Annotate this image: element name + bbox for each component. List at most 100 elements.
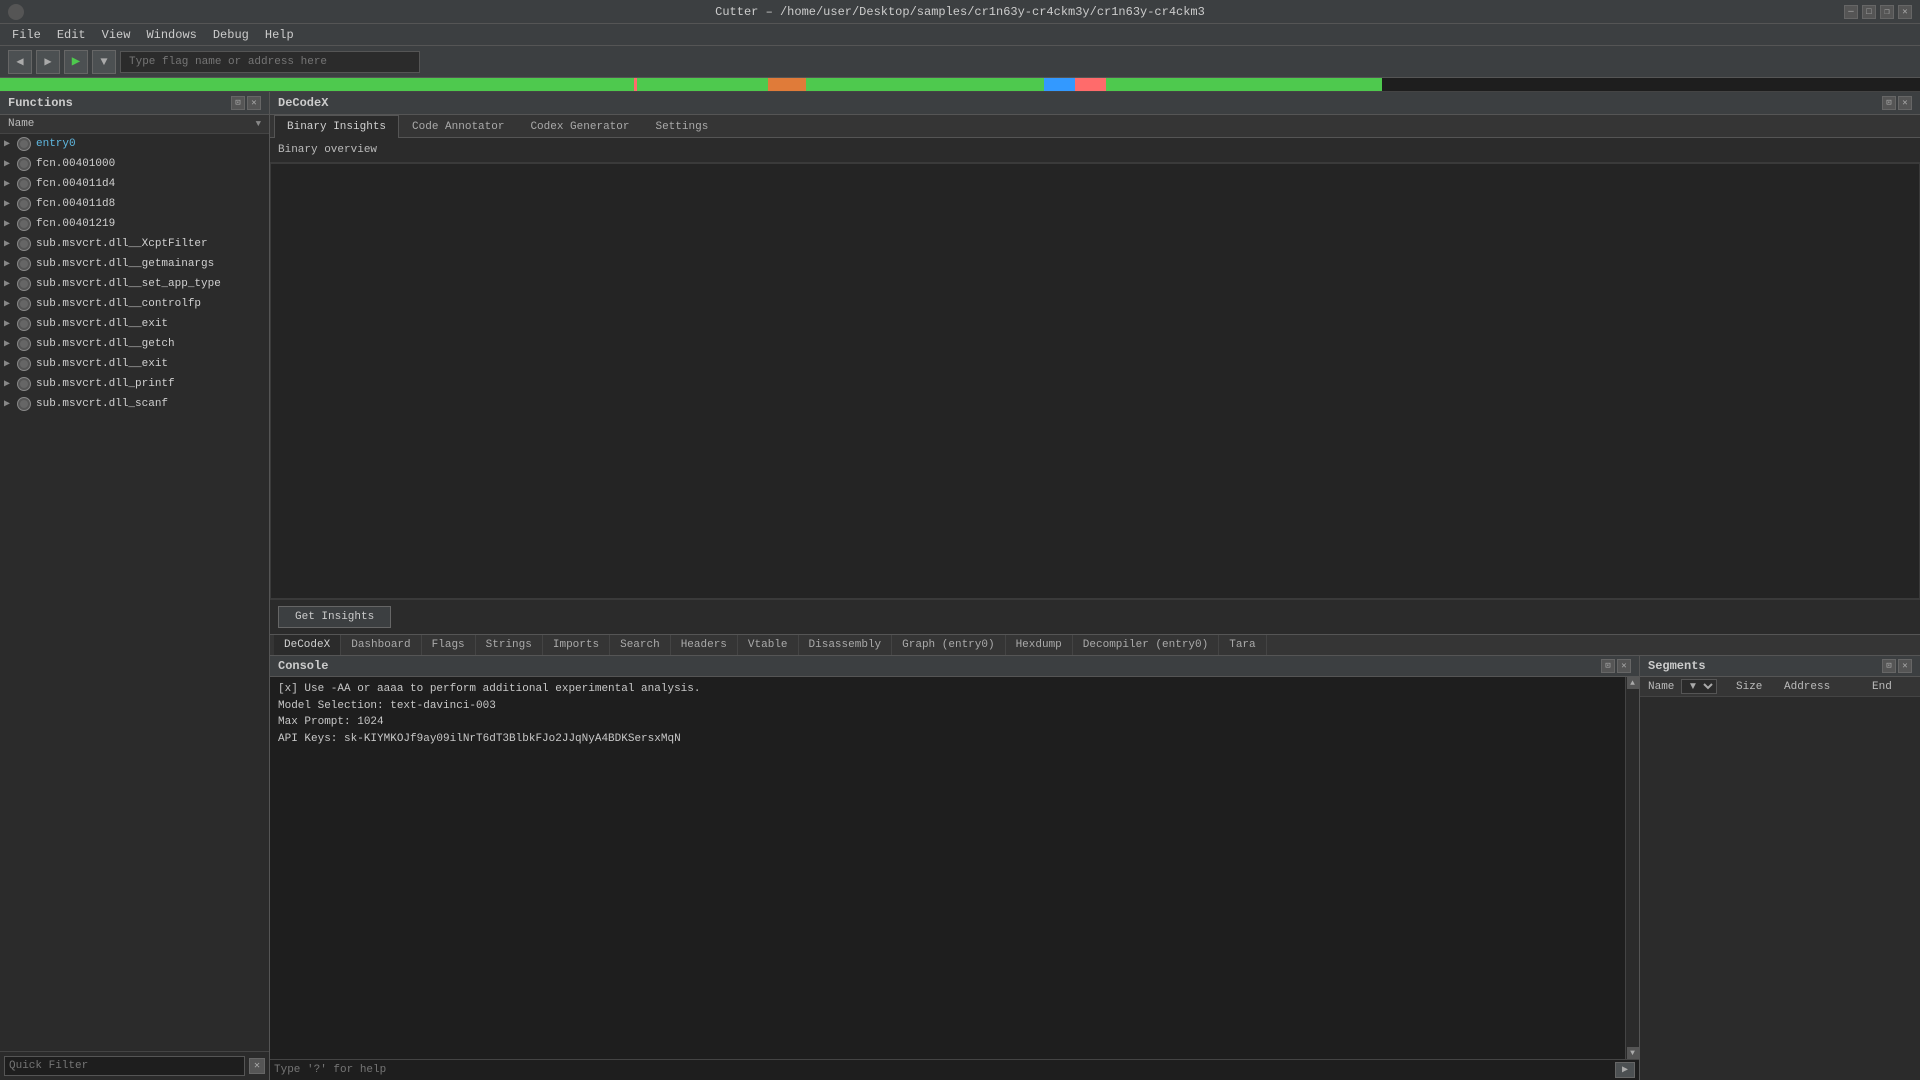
- bottom-tab-decodex[interactable]: DeCodeX: [274, 635, 341, 655]
- back-button[interactable]: ◀: [8, 50, 32, 74]
- bottom-tab-imports[interactable]: Imports: [543, 635, 610, 655]
- toolbar: ◀ ▶ ▶ ▼: [0, 46, 1920, 78]
- function-icon-xcptfilter: [16, 236, 32, 252]
- bottom-tab-flags[interactable]: Flags: [422, 635, 476, 655]
- expand-icon: ▶: [4, 358, 16, 370]
- functions-panel-title: Functions: [8, 96, 73, 110]
- menu-edit[interactable]: Edit: [49, 26, 94, 44]
- console-icon1-button[interactable]: ⊡: [1601, 659, 1615, 673]
- function-item-fcn004011d4[interactable]: ▶ fcn.004011d4: [0, 174, 269, 194]
- menu-help[interactable]: Help: [257, 26, 302, 44]
- bottom-tab-strings[interactable]: Strings: [476, 635, 543, 655]
- function-item-getch[interactable]: ▶ sub.msvcrt.dll__getch: [0, 334, 269, 354]
- bottom-tab-graph-entry0[interactable]: Graph (entry0): [892, 635, 1005, 655]
- console-panel-icons: ⊡ ✕: [1601, 659, 1631, 673]
- expand-icon: ▶: [4, 238, 16, 250]
- function-item-fcn00401219[interactable]: ▶ fcn.00401219: [0, 214, 269, 234]
- functions-icon2-button[interactable]: ✕: [247, 96, 261, 110]
- bottom-tab-tara[interactable]: Tara: [1219, 635, 1266, 655]
- console-scrollbar[interactable]: ▲ ▼: [1625, 677, 1639, 1059]
- binary-overview-area: [270, 163, 1920, 599]
- sort-arrow-icon[interactable]: ▼: [256, 119, 261, 129]
- function-item-fcn004011d8[interactable]: ▶ fcn.004011d8: [0, 194, 269, 214]
- window-title: Cutter – /home/user/Desktop/samples/cr1n…: [715, 5, 1205, 19]
- function-name-getmainargs: sub.msvcrt.dll__getmainargs: [36, 258, 214, 270]
- functions-list: ▶ entry0 ▶ fcn.00401000 ▶ fcn.004011d4 ▶…: [0, 134, 269, 1051]
- segments-icon2-button[interactable]: ✕: [1898, 659, 1912, 673]
- quick-filter-input[interactable]: [4, 1056, 245, 1076]
- console-header: Console ⊡ ✕: [270, 656, 1639, 677]
- scroll-down-icon[interactable]: ▼: [1627, 1047, 1639, 1059]
- console-line-3: Max Prompt: 1024: [278, 714, 1617, 731]
- functions-icon1-button[interactable]: ⊡: [231, 96, 245, 110]
- functions-panel-icons: ⊡ ✕: [231, 96, 261, 110]
- function-item-entry0[interactable]: ▶ entry0: [0, 134, 269, 154]
- tab-settings[interactable]: Settings: [642, 115, 721, 138]
- expand-icon: ▶: [4, 178, 16, 190]
- menu-windows[interactable]: Windows: [138, 26, 204, 44]
- function-item-fcn00401000[interactable]: ▶ fcn.00401000: [0, 154, 269, 174]
- function-item-getmainargs[interactable]: ▶ sub.msvcrt.dll__getmainargs: [0, 254, 269, 274]
- function-name-fcn00401000: fcn.00401000: [36, 158, 115, 170]
- bottom-tab-dashboard[interactable]: Dashboard: [341, 635, 421, 655]
- bottom-tab-decompiler-entry0[interactable]: Decompiler (entry0): [1073, 635, 1219, 655]
- bottom-tab-vtable[interactable]: Vtable: [738, 635, 799, 655]
- close-button[interactable]: ✕: [1898, 5, 1912, 19]
- maximize-button[interactable]: □: [1862, 5, 1876, 19]
- function-icon-exit2: [16, 356, 32, 372]
- function-item-exit2[interactable]: ▶ sub.msvcrt.dll__exit: [0, 354, 269, 374]
- tab-code-annotator[interactable]: Code Annotator: [399, 115, 517, 138]
- minimize-button[interactable]: ─: [1844, 5, 1858, 19]
- segments-name-sort[interactable]: ▼: [1681, 679, 1717, 694]
- function-item-setapptype[interactable]: ▶ sub.msvcrt.dll__set_app_type: [0, 274, 269, 294]
- console-input-bar: ▶: [270, 1059, 1639, 1080]
- bottom-tab-disassembly[interactable]: Disassembly: [799, 635, 893, 655]
- bottom-tab-hexdump[interactable]: Hexdump: [1006, 635, 1073, 655]
- function-icon-getmainargs: [16, 256, 32, 272]
- overview-orange: [768, 78, 806, 91]
- function-name-printf: sub.msvcrt.dll_printf: [36, 378, 175, 390]
- expand-icon: ▶: [4, 218, 16, 230]
- restore-button[interactable]: ❐: [1880, 5, 1894, 19]
- function-item-scanf[interactable]: ▶ sub.msvcrt.dll_scanf: [0, 394, 269, 414]
- play-dropdown-button[interactable]: ▼: [92, 50, 116, 74]
- function-item-xcptfilter[interactable]: ▶ sub.msvcrt.dll__XcptFilter: [0, 234, 269, 254]
- tab-binary-insights[interactable]: Binary Insights: [274, 115, 399, 138]
- decodex-content: Binary overview: [270, 138, 1920, 599]
- expand-icon: ▶: [4, 198, 16, 210]
- forward-button[interactable]: ▶: [36, 50, 60, 74]
- get-insights-button[interactable]: Get Insights: [278, 606, 391, 628]
- menu-debug[interactable]: Debug: [205, 26, 257, 44]
- menu-file[interactable]: File: [4, 26, 49, 44]
- play-button[interactable]: ▶: [64, 50, 88, 74]
- expand-icon: ▶: [4, 338, 16, 350]
- function-name-setapptype: sub.msvcrt.dll__set_app_type: [36, 278, 221, 290]
- function-name-controlfp: sub.msvcrt.dll__controlfp: [36, 298, 201, 310]
- menu-view[interactable]: View: [94, 26, 139, 44]
- bottom-tab-search[interactable]: Search: [610, 635, 671, 655]
- console-icon2-button[interactable]: ✕: [1617, 659, 1631, 673]
- titlebar: Cutter – /home/user/Desktop/samples/cr1n…: [0, 0, 1920, 24]
- function-item-printf[interactable]: ▶ sub.msvcrt.dll_printf: [0, 374, 269, 394]
- function-icon-entry0: [16, 136, 32, 152]
- bottom-tab-headers[interactable]: Headers: [671, 635, 738, 655]
- console-line-2: Model Selection: text-davinci-003: [278, 698, 1617, 715]
- function-item-controlfp[interactable]: ▶ sub.msvcrt.dll__controlfp: [0, 294, 269, 314]
- function-name-entry0: entry0: [36, 138, 76, 150]
- decodex-icon1-button[interactable]: ⊡: [1882, 96, 1896, 110]
- console-title: Console: [278, 659, 328, 673]
- segments-col-address: Address: [1780, 681, 1868, 693]
- expand-icon: ▶: [4, 158, 16, 170]
- tab-codex-generator[interactable]: Codex Generator: [517, 115, 642, 138]
- console-send-button[interactable]: ▶: [1615, 1062, 1635, 1078]
- decodex-header: DeCodeX ⊡ ✕: [270, 92, 1920, 115]
- scroll-up-icon[interactable]: ▲: [1627, 677, 1639, 689]
- quick-filter-clear-button[interactable]: ✕: [249, 1058, 265, 1074]
- name-column-header: Name: [8, 118, 252, 130]
- flag-input[interactable]: [120, 51, 420, 73]
- console-input[interactable]: [274, 1064, 1615, 1076]
- function-item-exit[interactable]: ▶ sub.msvcrt.dll__exit: [0, 314, 269, 334]
- decodex-title: DeCodeX: [278, 96, 328, 110]
- segments-icon1-button[interactable]: ⊡: [1882, 659, 1896, 673]
- decodex-icon2-button[interactable]: ✕: [1898, 96, 1912, 110]
